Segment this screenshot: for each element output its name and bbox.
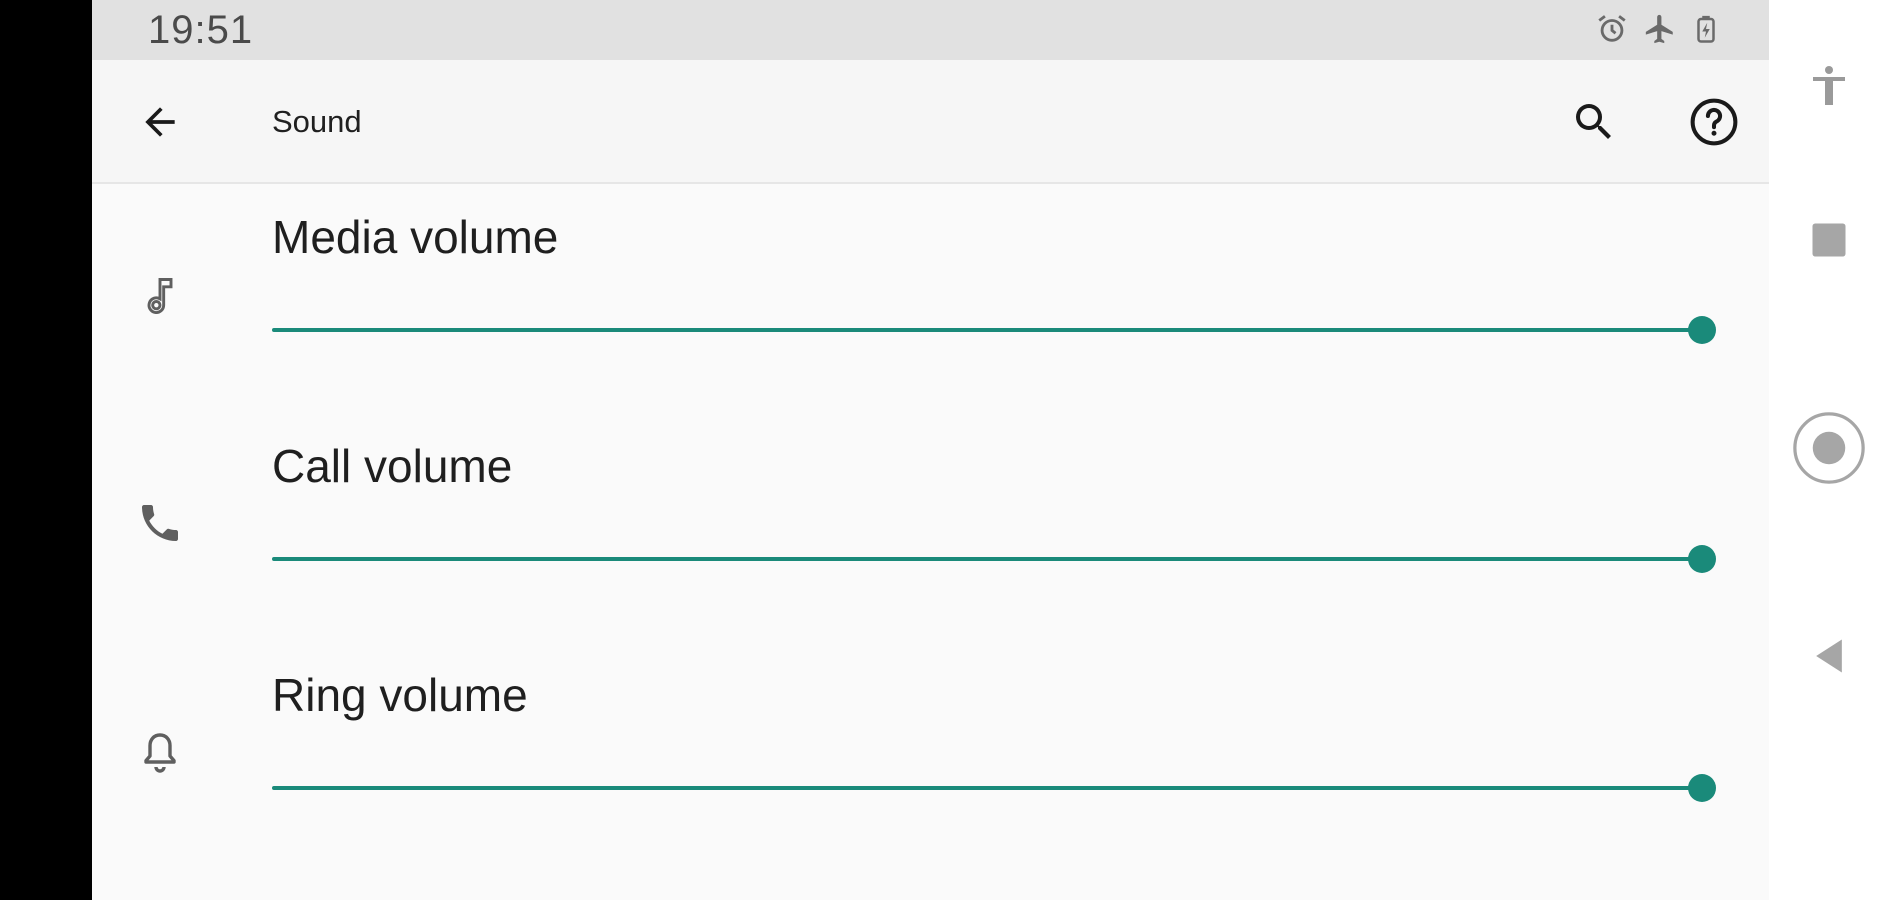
ring-volume-slider-thumb[interactable] — [1688, 774, 1716, 802]
accessibility-button[interactable] — [1769, 56, 1889, 120]
media-volume-slider[interactable] — [272, 310, 1716, 350]
call-volume-row: Call volume — [92, 413, 1769, 642]
ring-volume-label: Ring volume — [272, 669, 528, 721]
call-volume-slider-thumb[interactable] — [1688, 545, 1716, 573]
app-bar: Sound — [92, 60, 1769, 184]
device-screen: 19:51 Sound Media volume Call volume Rin… — [0, 0, 1889, 900]
music-note-icon — [130, 266, 190, 326]
media-volume-label: Media volume — [272, 211, 559, 263]
settings-screen: 19:51 Sound Media volume Call volume Rin… — [92, 0, 1769, 900]
call-volume-label: Call volume — [272, 440, 513, 492]
ring-volume-row: Ring volume — [92, 642, 1769, 871]
left-bezel — [0, 0, 92, 900]
call-volume-slider-track — [272, 557, 1702, 561]
media-volume-slider-thumb[interactable] — [1688, 316, 1716, 344]
navigation-bar — [1769, 0, 1889, 900]
recents-button[interactable] — [1769, 210, 1889, 274]
bell-icon — [130, 722, 190, 782]
search-icon — [1570, 98, 1618, 151]
status-time: 19:51 — [148, 8, 254, 52]
media-volume-slider-track — [272, 328, 1702, 332]
status-bar: 19:51 — [92, 0, 1769, 60]
recents-icon — [1807, 218, 1851, 267]
page-title: Sound — [272, 104, 362, 139]
nav-back-button[interactable] — [1769, 626, 1889, 690]
help-button[interactable] — [1682, 92, 1746, 156]
accessibility-icon — [1805, 62, 1853, 115]
home-icon — [1790, 409, 1868, 492]
media-volume-row: Media volume — [92, 184, 1769, 413]
airplane-mode-icon — [1643, 12, 1677, 46]
alarm-icon — [1595, 12, 1629, 46]
ring-volume-slider-track — [272, 786, 1702, 790]
battery-charging-icon — [1691, 12, 1721, 46]
search-button[interactable] — [1562, 92, 1626, 156]
back-button[interactable] — [132, 96, 188, 152]
status-icons — [1595, 12, 1721, 46]
back-icon — [1807, 634, 1851, 683]
phone-icon — [130, 493, 190, 553]
ring-volume-slider[interactable] — [272, 768, 1716, 808]
call-volume-slider[interactable] — [272, 539, 1716, 579]
home-button[interactable] — [1769, 410, 1889, 490]
arrow-back-icon — [138, 100, 182, 149]
help-icon — [1687, 95, 1741, 154]
